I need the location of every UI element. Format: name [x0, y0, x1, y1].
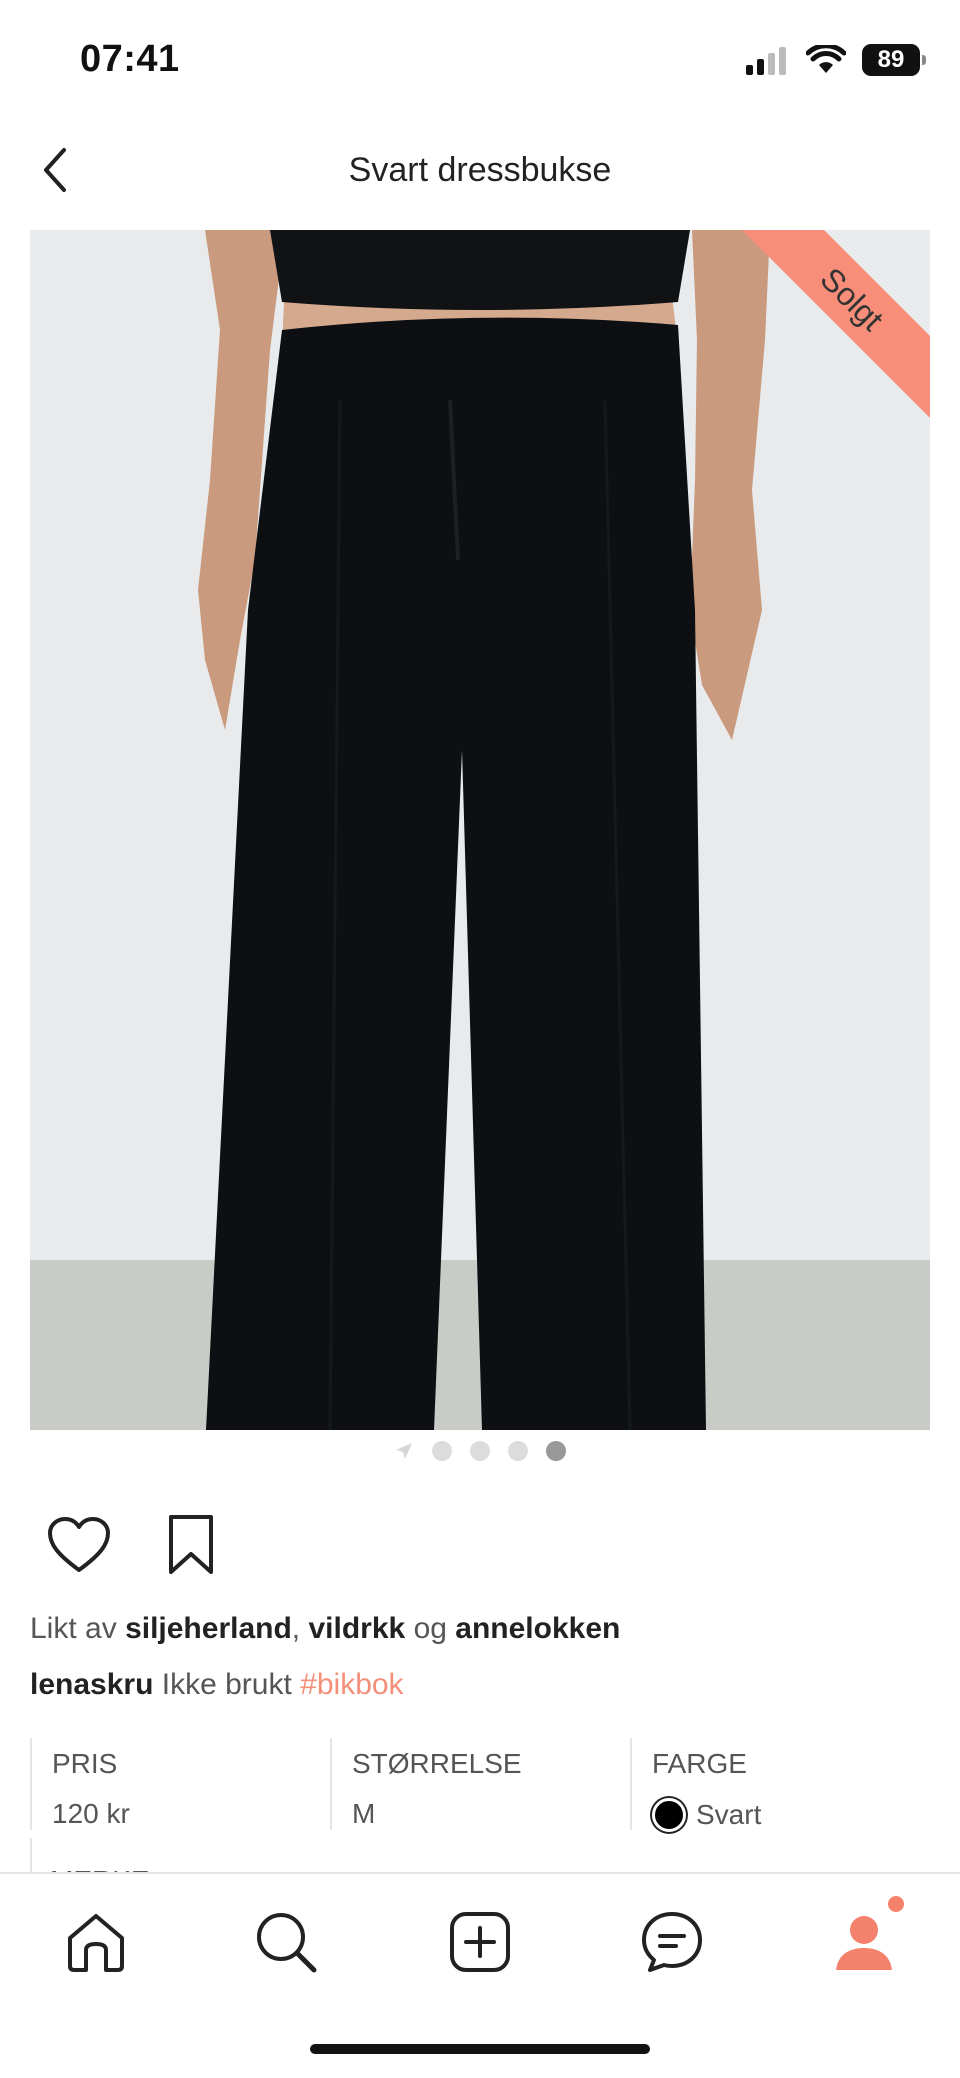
- tab-messages[interactable]: [632, 1902, 712, 1982]
- color-swatch: [652, 1798, 686, 1832]
- color-name: Svart: [696, 1799, 762, 1830]
- color-detail: FARGE Svart: [630, 1738, 930, 1832]
- liked-by-user-link[interactable]: vildrkk: [308, 1612, 405, 1645]
- hashtag-link[interactable]: #bikbok: [300, 1668, 403, 1701]
- tab-home[interactable]: [56, 1902, 136, 1982]
- liked-by-user-link[interactable]: siljeherland: [125, 1612, 292, 1645]
- status-time: 07:41: [80, 38, 180, 80]
- status-bar: 07:41 89: [0, 0, 960, 120]
- color-label: FARGE: [652, 1748, 747, 1779]
- heart-icon: [48, 1517, 110, 1572]
- tab-sell[interactable]: [440, 1902, 520, 1982]
- caption-text: Ikke brukt: [161, 1668, 292, 1701]
- liked-by-prefix: Likt av: [30, 1612, 117, 1645]
- seller-username-link[interactable]: lenaskru: [30, 1668, 153, 1701]
- add-icon: [450, 1912, 510, 1972]
- header: Svart dressbukse: [0, 125, 960, 215]
- pager-dot-active[interactable]: [546, 1441, 566, 1461]
- size-value: M: [352, 1798, 376, 1829]
- product-image: [30, 230, 930, 1430]
- like-button[interactable]: [46, 1512, 112, 1578]
- liked-by-user-link[interactable]: annelokken: [455, 1612, 620, 1645]
- location-arrow-icon: [396, 1443, 412, 1459]
- status-icons: 89: [746, 40, 926, 80]
- photo-pager: [0, 1438, 960, 1464]
- save-button[interactable]: [158, 1512, 224, 1578]
- bookmark-icon: [169, 1515, 213, 1574]
- pager-dot[interactable]: [432, 1441, 452, 1461]
- color-value: Svart: [652, 1798, 930, 1832]
- price-detail: PRIS 120 kr: [30, 1738, 330, 1830]
- page-title: Svart dressbukse: [348, 151, 612, 189]
- profile-icon: [836, 1916, 892, 1970]
- tab-bar: [0, 1872, 960, 2004]
- wifi-icon: [806, 45, 846, 73]
- notification-dot: [888, 1896, 904, 1912]
- tab-profile[interactable]: [824, 1896, 904, 1982]
- action-row: [46, 1505, 224, 1585]
- liked-by: Likt av siljeherland, vildrkk og annelok…: [30, 1612, 620, 1646]
- pager-dot[interactable]: [508, 1441, 528, 1461]
- product-details: PRIS 120 kr STØRRELSE M FARGE Svart: [30, 1738, 930, 1832]
- size-detail: STØRRELSE M: [330, 1738, 630, 1830]
- price-label: PRIS: [52, 1748, 118, 1779]
- caption: lenaskru Ikke brukt #bikbok: [30, 1668, 404, 1702]
- home-icon: [68, 1914, 124, 1972]
- battery-icon: 89: [862, 44, 926, 76]
- product-photo[interactable]: Solgt: [30, 230, 930, 1430]
- liked-by-separator: ,: [291, 1612, 301, 1645]
- tab-search[interactable]: [246, 1902, 326, 1982]
- search-icon: [257, 1913, 317, 1973]
- price-value: 120 kr: [52, 1798, 130, 1829]
- liked-by-conjunction: og: [413, 1612, 447, 1645]
- home-indicator: [310, 2044, 650, 2054]
- pager-dot[interactable]: [470, 1441, 490, 1461]
- cellular-signal-icon: [746, 47, 786, 75]
- size-label: STØRRELSE: [352, 1748, 522, 1779]
- messages-icon: [642, 1912, 702, 1972]
